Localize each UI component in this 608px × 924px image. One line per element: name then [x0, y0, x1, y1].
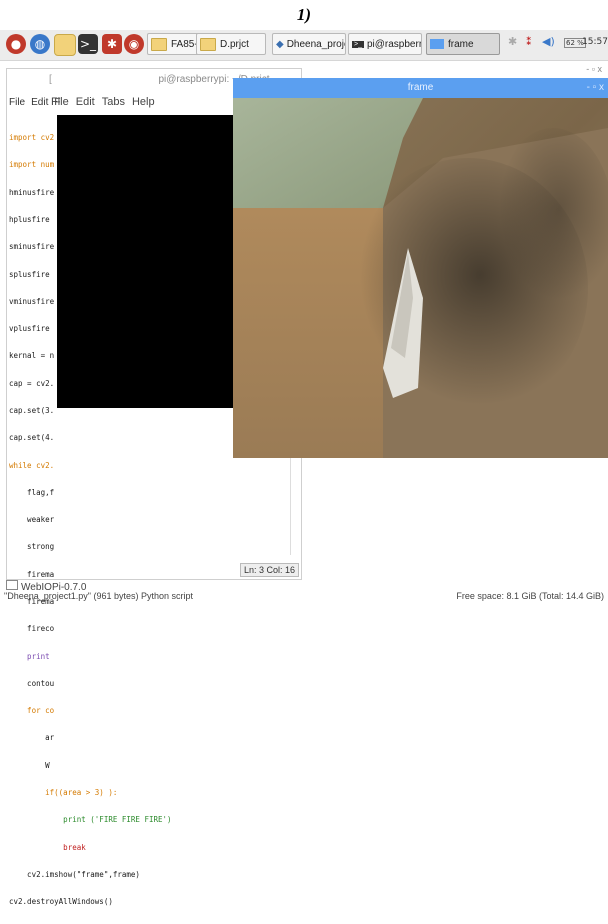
terminal-icon[interactable]: >_ [78, 34, 98, 54]
code-line: flag,f [9, 487, 55, 497]
taskbar-item-dprjct[interactable]: D.prjct [196, 33, 266, 55]
status-file-info: "Dheena_project1.py" (961 bytes) Python … [4, 591, 193, 601]
folder-icon [200, 37, 216, 51]
window-icon [430, 39, 444, 49]
menu-file[interactable]: File [9, 97, 25, 108]
camera-image [233, 98, 608, 458]
cursor-position: Ln: 3 Col: 16 [239, 563, 299, 577]
folder-icon [6, 580, 18, 590]
code-line: break [9, 842, 86, 852]
menu-edit[interactable]: Edit [31, 97, 48, 108]
menu-tabs[interactable]: Tabs [102, 96, 125, 108]
figure-caption: 1) [296, 5, 312, 24]
menu-file[interactable]: File [51, 96, 69, 108]
frame-title-bar[interactable]: frame - ▫ x [233, 78, 608, 98]
code-line: if((area > 3) ): [9, 787, 118, 797]
code-line: ar [9, 733, 55, 743]
terminal-icon: >_ [352, 40, 364, 48]
code-line: cv2.destroyAllWindows() [9, 897, 113, 907]
taskbar: ● ◍ >_ ✱ ◉ FA85-651F D.prjct ◆Dheena_pro… [0, 30, 608, 61]
camera-frame-window: frame - ▫ x [233, 78, 608, 458]
menu-edit[interactable]: Edit [76, 96, 95, 108]
status-bar: "Dheena_project1.py" (961 bytes) Python … [0, 590, 608, 604]
window-controls[interactable]: - ▫ x [587, 78, 604, 98]
mathematica-icon[interactable]: ◉ [124, 34, 144, 54]
code-line: for co [9, 706, 55, 716]
web-browser-icon[interactable]: ◍ [30, 34, 50, 54]
status-free-space: Free space: 8.1 GiB (Total: 14.4 GiB) [456, 591, 604, 601]
volume-icon[interactable]: ◀) [542, 35, 555, 48]
code-line: W [9, 760, 55, 770]
taskbar-item-frame[interactable]: frame [426, 33, 500, 55]
raspberry-menu-icon[interactable]: ● [6, 34, 26, 54]
code-line: strong [9, 542, 55, 552]
menu-help[interactable]: Help [132, 96, 155, 108]
code-line: print ('FIRE FIRE FIRE') [9, 815, 172, 825]
wolfram-icon[interactable]: ✱ [102, 34, 122, 54]
window-controls[interactable]: - ▫ x [586, 64, 602, 74]
code-line: weaker [9, 515, 55, 525]
terminal-output-area[interactable] [57, 115, 245, 408]
camera-photo [233, 98, 608, 458]
taskbar-item-terminal[interactable]: >_pi@raspberrypi: ... [348, 33, 422, 55]
code-line: cv2.imshow("frame",frame) [9, 869, 140, 879]
network-disconnected-icon[interactable]: ⁑ [526, 35, 532, 48]
code-line: print [9, 651, 55, 661]
window-title: frame [407, 82, 434, 93]
code-line: while cv2. [9, 460, 55, 470]
code-line: contou [9, 678, 55, 688]
terminal-menubar: File Edit Tabs Help [51, 93, 155, 111]
folder-icon [151, 37, 167, 51]
code-line: fireco [9, 624, 55, 634]
clock: 15:57 [582, 37, 608, 47]
taskbar-item-python-editor[interactable]: ◆Dheena_project-... [272, 33, 346, 55]
bluetooth-icon[interactable]: ✱ [508, 35, 517, 48]
python-icon: ◆ [276, 38, 284, 50]
file-manager-icon[interactable] [54, 34, 76, 56]
